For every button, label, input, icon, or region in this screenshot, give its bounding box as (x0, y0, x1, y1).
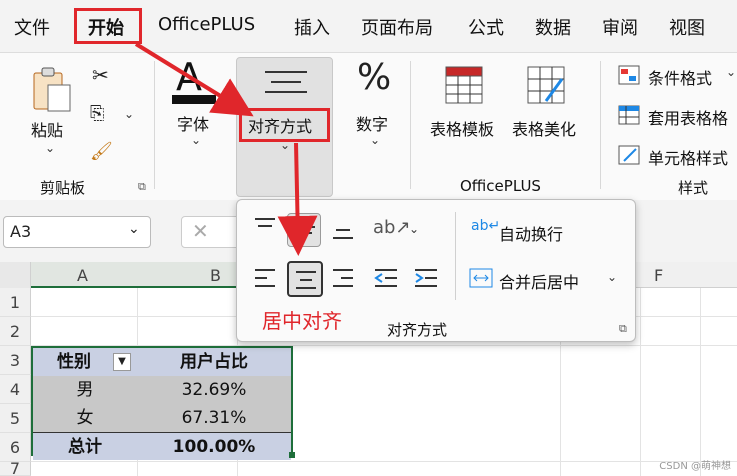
total-label[interactable]: 总计 (33, 432, 137, 460)
table-template-icon[interactable] (444, 65, 484, 105)
paste-icon[interactable] (30, 65, 74, 113)
align-bottom-icon[interactable] (331, 220, 355, 242)
alignment-launcher-icon[interactable]: ⧉ (619, 322, 627, 336)
alignment-highlight-box (239, 108, 330, 142)
wrap-text-label[interactable]: 自动换行 (499, 221, 563, 245)
select-all-corner[interactable] (0, 262, 31, 288)
name-box-value: A3 (10, 222, 32, 241)
font-chevron-icon[interactable]: ⌄ (191, 133, 201, 147)
number-chevron-icon[interactable]: ⌄ (370, 133, 380, 147)
table-beautify-icon[interactable] (526, 65, 566, 105)
menu-data[interactable]: 数据 (535, 14, 571, 40)
popup-divider (455, 212, 456, 300)
table-format-icon[interactable] (618, 105, 640, 125)
clipboard-launcher-icon[interactable]: ⧉ (138, 180, 146, 194)
wrap-text-icon[interactable]: ab↵ (471, 218, 500, 234)
style-group-label: 样式 (678, 179, 709, 197)
align-middle-icon (295, 226, 315, 234)
align-left-icon[interactable] (253, 266, 277, 290)
menu-formulas[interactable]: 公式 (468, 14, 504, 40)
clipboard-group-label: 剪贴板 (40, 179, 86, 197)
total-value[interactable]: 100.00% (137, 432, 291, 460)
copy-icon[interactable]: ⎘ (90, 103, 104, 124)
divider (410, 61, 411, 189)
menu-view[interactable]: 视图 (669, 14, 705, 40)
align-middle-button[interactable] (287, 213, 321, 247)
cut-icon[interactable]: ✂ (92, 63, 109, 87)
table-template-label[interactable]: 表格模板 (430, 116, 494, 140)
percent-icon[interactable]: % (357, 57, 391, 98)
align-center-icon (296, 271, 316, 289)
cell-gender[interactable]: 男 (33, 376, 137, 404)
menu-bar: 文件 开始 OfficePLUS 插入 页面布局 公式 数据 审阅 视图 (0, 0, 737, 55)
menu-officeplus[interactable]: OfficePLUS (158, 14, 255, 35)
align-right-icon[interactable] (331, 266, 355, 290)
merge-center-icon[interactable] (469, 268, 493, 288)
divider (154, 61, 155, 189)
paste-chevron-icon[interactable]: ⌄ (45, 141, 55, 155)
ribbon: 粘贴 ⌄ ✂ ⎘ ⌄ 🖌 剪贴板 ⧉ A 字体 ⌄ ⌄ 对齐方式 % 数字 ⌄ … (0, 52, 737, 200)
table-beautify-label[interactable]: 表格美化 (512, 116, 576, 140)
row-header[interactable]: 5 (0, 404, 31, 433)
font-color-bar (172, 95, 216, 104)
column-header-b[interactable] (137, 262, 237, 288)
cell-share[interactable]: 32.69% (137, 376, 291, 404)
conditional-format-chevron-icon[interactable]: ⌄ (726, 65, 736, 79)
conditional-format-label[interactable]: 条件格式 (648, 65, 712, 89)
merge-center-label[interactable]: 合并后居中 (499, 269, 579, 293)
align-center-button[interactable] (287, 261, 323, 297)
align-top-icon[interactable] (253, 216, 277, 236)
paste-label[interactable]: 粘贴 (31, 117, 63, 141)
header-gender: 性别 (57, 352, 91, 372)
home-highlight-box (74, 8, 142, 44)
gridline (640, 288, 641, 476)
row-header[interactable]: 2 (0, 317, 31, 346)
orientation-icon[interactable]: ab↗ (373, 217, 411, 238)
decrease-indent-icon[interactable] (373, 266, 399, 290)
watermark: CSDN @萌神想 (659, 461, 731, 472)
menu-insert[interactable]: 插入 (294, 14, 330, 40)
row-header[interactable]: 7 (0, 462, 31, 476)
row-header[interactable]: 4 (0, 375, 31, 404)
cancel-icon[interactable]: ✕ (192, 219, 209, 243)
column-a-label: A (77, 266, 88, 285)
orientation-chevron-icon[interactable]: ⌄ (409, 222, 419, 236)
divider (600, 61, 601, 189)
cell-style-label[interactable]: 单元格样式 (648, 145, 728, 169)
row-header[interactable]: 1 (0, 288, 31, 317)
pivot-table[interactable]: 性别 ▼ 用户占比 男 32.69% 女 67.31% 总计 100.00% (31, 346, 293, 460)
row-header[interactable]: 3 (0, 346, 31, 375)
column-f-label[interactable]: F (654, 266, 663, 285)
number-label[interactable]: 数字 (356, 111, 388, 135)
cell-share[interactable]: 67.31% (137, 404, 291, 432)
formula-controls: ✕ (181, 216, 241, 248)
menu-review[interactable]: 审阅 (602, 14, 638, 40)
font-label[interactable]: 字体 (177, 111, 209, 135)
name-box[interactable]: A3 ⌄ (3, 216, 151, 248)
increase-indent-icon[interactable] (413, 266, 439, 290)
header-user-share[interactable]: 用户占比 (137, 348, 291, 376)
menu-page-layout[interactable]: 页面布局 (361, 14, 433, 40)
column-b-label: B (210, 266, 221, 285)
align-lines-icon (265, 71, 307, 93)
format-painter-icon[interactable]: 🖌 (90, 141, 113, 162)
center-align-callout: 居中对齐 (262, 309, 342, 333)
merge-center-chevron-icon[interactable]: ⌄ (607, 270, 617, 284)
copy-chevron-icon[interactable]: ⌄ (124, 107, 134, 121)
name-box-chevron-icon[interactable]: ⌄ (128, 221, 140, 237)
cell-gender[interactable]: 女 (33, 404, 137, 432)
menu-file[interactable]: 文件 (14, 14, 50, 40)
conditional-format-icon[interactable] (618, 65, 640, 85)
fill-handle[interactable] (289, 452, 295, 458)
filter-dropdown-icon[interactable]: ▼ (113, 353, 131, 371)
gridline (700, 288, 701, 476)
officeplus-group-label: OfficePLUS (460, 177, 541, 195)
popup-group-label: 对齐方式 (387, 321, 448, 339)
cell-style-icon[interactable] (618, 145, 640, 165)
table-format-label[interactable]: 套用表格格 (648, 105, 728, 129)
font-a-icon[interactable]: A (176, 55, 202, 99)
row-header[interactable]: 6 (0, 433, 31, 462)
